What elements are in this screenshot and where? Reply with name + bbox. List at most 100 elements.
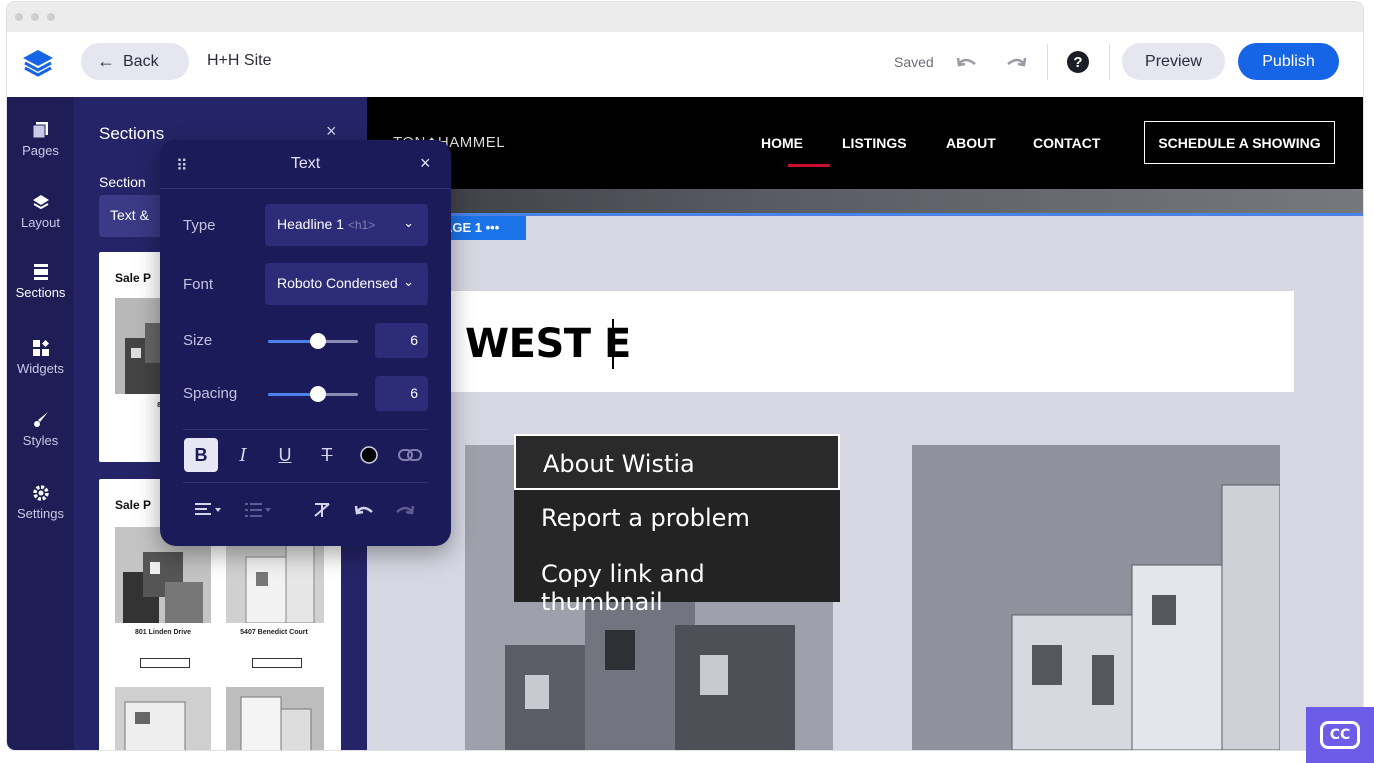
close-icon[interactable]: × [326, 121, 337, 142]
property-photo[interactable] [912, 445, 1280, 750]
editor-topbar: ← Back H+H Site Saved ? Preview Publish [7, 32, 1363, 97]
schedule-showing-button[interactable]: SCHEDULE A SHOWING [1144, 121, 1335, 164]
spacing-label: Spacing [183, 385, 238, 402]
italic-icon[interactable]: I [226, 438, 260, 472]
undo-icon[interactable] [347, 493, 381, 527]
rail-item-settings[interactable]: Settings [7, 484, 74, 521]
text-panel-title: Text [290, 155, 321, 172]
site-canvas: TON◆HAMMEL HOME LISTINGS ABOUT CONTACT S… [367, 97, 1363, 750]
rail-item-layout[interactable]: Layout [7, 193, 74, 230]
strikethrough-icon[interactable]: T [310, 438, 344, 472]
nav-contact[interactable]: CONTACT [1033, 135, 1100, 151]
slider-knob[interactable] [309, 333, 326, 349]
closed-captions-button[interactable]: CC [1306, 707, 1374, 763]
rail-item-styles[interactable]: Styles [7, 411, 74, 448]
rail-label: Sections [15, 285, 66, 300]
undo-icon[interactable] [955, 52, 979, 72]
redo-icon[interactable] [388, 493, 422, 527]
type-value: Headline 1 [277, 216, 344, 232]
link-icon[interactable] [393, 438, 427, 472]
align-left-icon[interactable] [188, 493, 228, 527]
site-nav: TON◆HAMMEL HOME LISTINGS ABOUT CONTACT S… [367, 97, 1363, 189]
rail-label: Settings [17, 506, 64, 521]
headline-text[interactable]: WEST E [465, 321, 631, 367]
size-label: Size [183, 332, 213, 349]
chevron-down-icon: ⌄ [403, 274, 414, 289]
thumb-title: Sale P [115, 498, 152, 512]
text-settings-panel: ⠿ Text × Type Headline 1 <h1> ⌄ Font Rob… [160, 140, 451, 546]
thumb-caption: 5407 Benedict Court [240, 629, 308, 636]
list-icon[interactable] [238, 493, 278, 527]
layers-logo-icon[interactable] [21, 48, 55, 78]
close-icon[interactable]: × [420, 153, 431, 174]
bold-icon[interactable]: B [184, 438, 218, 472]
font-label: Font [183, 276, 214, 293]
sections-icon [33, 264, 48, 280]
font-select[interactable]: Roboto Condensed ⌄ [265, 263, 428, 305]
help-icon[interactable]: ? [1067, 51, 1089, 73]
type-label: Type [183, 217, 216, 234]
site-name: H+H Site [207, 52, 272, 69]
cc-icon: CC [1320, 721, 1360, 749]
thumb-view-button [140, 658, 190, 668]
rail-label: Pages [22, 143, 59, 158]
underline-icon[interactable]: U [268, 438, 302, 472]
context-menu: About Wistia Report a problem Copy link … [514, 434, 840, 616]
arrow-left-icon: ← [97, 51, 115, 71]
rail-item-pages[interactable]: Pages [7, 121, 74, 158]
chevron-down-icon: ⌄ [403, 215, 414, 230]
brush-icon [33, 412, 48, 427]
spacing-input[interactable]: 6 [375, 376, 428, 411]
rail-label: Styles [22, 433, 59, 448]
nav-listings[interactable]: LISTINGS [842, 135, 907, 151]
menu-item-about-wistia[interactable]: About Wistia [514, 434, 840, 490]
window-dot[interactable] [15, 13, 23, 21]
preview-button[interactable]: Preview [1122, 43, 1225, 80]
rail-label: Widgets [17, 361, 64, 376]
spacing-slider[interactable] [268, 386, 358, 402]
back-label: Back [123, 52, 159, 70]
rail-label: Layout [20, 215, 61, 230]
text-panel-header: ⠿ Text × [160, 140, 451, 189]
thumb-photo [226, 687, 324, 750]
layout-icon [32, 195, 49, 210]
divider [1109, 44, 1110, 80]
pages-icon [32, 122, 48, 139]
menu-item-report-problem[interactable]: Report a problem [514, 490, 840, 546]
thumb-caption: 801 Linden Drive [134, 629, 192, 636]
rail-item-sections[interactable]: Sections [7, 263, 74, 300]
thumb-view-button [252, 658, 302, 668]
window-dot[interactable] [47, 13, 55, 21]
redo-icon[interactable] [1004, 52, 1028, 72]
slider-knob[interactable] [309, 386, 326, 402]
menu-item-copy-link[interactable]: Copy link and thumbnail [514, 546, 840, 616]
widgets-icon [32, 340, 49, 356]
publish-button[interactable]: Publish [1238, 43, 1339, 80]
size-input[interactable]: 6 [375, 323, 428, 358]
font-value: Roboto Condensed [277, 275, 398, 291]
gear-icon [32, 485, 49, 501]
section-label: Section [99, 174, 146, 190]
clear-format-icon[interactable] [305, 493, 339, 527]
divider [1047, 44, 1048, 80]
nav-home[interactable]: HOME [761, 135, 803, 151]
window-dot[interactable] [31, 13, 39, 21]
panel-title: Sections [99, 124, 165, 143]
size-slider[interactable] [268, 333, 358, 349]
nav-about[interactable]: ABOUT [946, 135, 996, 151]
left-rail: Pages Layout Sections Widgets Styles Set… [7, 97, 74, 750]
rail-item-widgets[interactable]: Widgets [7, 339, 74, 376]
nav-active-indicator [788, 164, 830, 167]
text-color-icon[interactable] [352, 438, 386, 472]
divider [183, 482, 428, 483]
thumb-title: Sale P [115, 271, 152, 285]
divider [183, 429, 428, 430]
window-titlebar [7, 2, 1363, 32]
type-select[interactable]: Headline 1 <h1> ⌄ [265, 204, 428, 246]
back-button[interactable]: ← Back [81, 43, 189, 80]
app-window: ← Back H+H Site Saved ? Preview Publish … [7, 2, 1363, 750]
thumb-photo [115, 687, 211, 750]
saved-status: Saved [894, 54, 934, 70]
hero-image-strip [367, 189, 1363, 213]
text-caret [612, 319, 614, 369]
